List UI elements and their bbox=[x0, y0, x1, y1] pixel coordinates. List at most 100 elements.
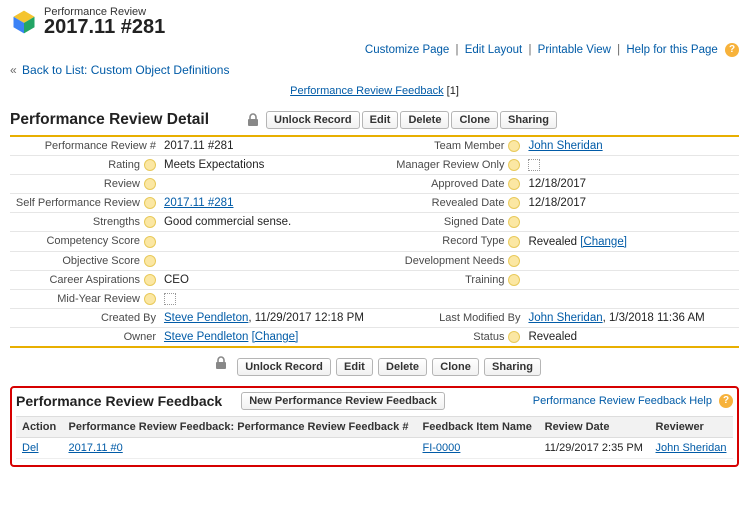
help-dot-icon[interactable] bbox=[144, 293, 156, 305]
printable-view-link[interactable]: Printable View bbox=[538, 44, 611, 56]
modified-by-link[interactable]: John Sheridan bbox=[528, 312, 602, 324]
lbl-pr-number: Performance Review # bbox=[45, 140, 156, 152]
help-dot-icon[interactable] bbox=[508, 178, 520, 190]
page-title: 2017.11 #281 bbox=[44, 16, 165, 39]
help-page-link[interactable]: Help for this Page bbox=[626, 44, 717, 56]
help-dot-icon[interactable] bbox=[508, 331, 520, 343]
help-dot-icon[interactable] bbox=[508, 216, 520, 228]
detail-title: Performance Review Detail bbox=[10, 111, 209, 129]
col-date[interactable]: Review Date bbox=[539, 416, 650, 437]
col-item[interactable]: Feedback Item Name bbox=[416, 416, 538, 437]
row-date: 11/29/2017 2:35 PM bbox=[545, 442, 643, 454]
lbl-approved-date: Approved Date bbox=[431, 178, 504, 190]
clone-button-2[interactable]: Clone bbox=[432, 358, 479, 376]
help-dot-icon[interactable] bbox=[144, 197, 156, 209]
detail-header: Performance Review Detail Unlock Record … bbox=[10, 111, 739, 129]
quick-links: Performance Review Feedback [1] bbox=[10, 85, 739, 97]
val-status: Revealed bbox=[528, 331, 577, 343]
self-pr-link[interactable]: 2017.11 #281 bbox=[164, 197, 234, 209]
feedback-quick-link[interactable]: Performance Review Feedback bbox=[290, 85, 443, 97]
delete-button[interactable]: Delete bbox=[400, 111, 449, 129]
modified-by-date: , 1/3/2018 11:36 AM bbox=[603, 312, 705, 324]
help-icon[interactable]: ? bbox=[725, 43, 739, 57]
created-by-link[interactable]: Steve Pendleton bbox=[164, 312, 248, 324]
related-help-link[interactable]: Performance Review Feedback Help bbox=[533, 395, 712, 407]
row-item-link[interactable]: FI-0000 bbox=[422, 442, 460, 454]
customize-page-link[interactable]: Customize Page bbox=[365, 44, 449, 56]
related-list-feedback: Performance Review Feedback New Performa… bbox=[10, 386, 739, 467]
owner-change-link[interactable]: [Change] bbox=[252, 331, 299, 343]
lbl-signed-date: Signed Date bbox=[444, 216, 505, 228]
lbl-owner: Owner bbox=[124, 331, 156, 343]
edit-button[interactable]: Edit bbox=[362, 111, 399, 129]
owner-link[interactable]: Steve Pendleton bbox=[164, 331, 248, 343]
val-rating: Meets Expectations bbox=[164, 159, 264, 171]
lbl-strengths: Strengths bbox=[93, 216, 140, 228]
val-record-type: Revealed bbox=[528, 236, 577, 248]
lbl-status: Status bbox=[473, 331, 504, 343]
help-dot-icon[interactable] bbox=[144, 159, 156, 171]
lbl-career: Career Aspirations bbox=[49, 274, 140, 286]
row-del-link[interactable]: Del bbox=[22, 442, 39, 454]
chevron-left-icon: « bbox=[10, 63, 17, 77]
lbl-record-type: Record Type bbox=[442, 235, 504, 247]
related-table: Action Performance Review Feedback: Perf… bbox=[16, 416, 733, 459]
mgr-only-checkbox bbox=[528, 159, 540, 171]
row-reviewer-link[interactable]: John Sheridan bbox=[656, 442, 727, 454]
sharing-button[interactable]: Sharing bbox=[500, 111, 557, 129]
lbl-review: Review bbox=[104, 178, 140, 190]
edit-layout-link[interactable]: Edit Layout bbox=[465, 44, 523, 56]
back-to-list-link[interactable]: Back to List: Custom Object Definitions bbox=[22, 63, 229, 77]
lbl-comp-score: Competency Score bbox=[46, 235, 140, 247]
created-by-date: , 11/29/2017 12:18 PM bbox=[248, 312, 364, 324]
help-dot-icon[interactable] bbox=[508, 197, 520, 209]
top-action-links: Customize Page | Edit Layout | Printable… bbox=[10, 43, 739, 57]
row-name-link[interactable]: 2017.11 #0 bbox=[69, 442, 123, 454]
lbl-modified-by: Last Modified By bbox=[439, 312, 520, 324]
team-member-link[interactable]: John Sheridan bbox=[528, 140, 602, 152]
unlock-record-button[interactable]: Unlock Record bbox=[266, 111, 360, 129]
val-pr-number: 2017.11 #281 bbox=[164, 140, 234, 152]
new-feedback-button[interactable]: New Performance Review Feedback bbox=[241, 392, 445, 410]
help-dot-icon[interactable] bbox=[144, 216, 156, 228]
detail-table: Performance Review # 2017.11 #281 Team M… bbox=[10, 135, 739, 348]
unlock-record-button-2[interactable]: Unlock Record bbox=[237, 358, 331, 376]
lbl-rating: Rating bbox=[108, 159, 140, 171]
bottom-button-row: Unlock Record Edit Delete Clone Sharing bbox=[10, 356, 739, 376]
record-type-change-link[interactable]: [Change] bbox=[580, 236, 627, 248]
help-dot-icon[interactable] bbox=[144, 274, 156, 286]
help-dot-icon[interactable] bbox=[508, 274, 520, 286]
edit-button-2[interactable]: Edit bbox=[336, 358, 373, 376]
lock-icon bbox=[247, 113, 259, 127]
page-header: Performance Review 2017.11 #281 bbox=[10, 6, 739, 39]
sharing-button-2[interactable]: Sharing bbox=[484, 358, 541, 376]
clone-button[interactable]: Clone bbox=[451, 111, 498, 129]
help-dot-icon[interactable] bbox=[144, 236, 156, 248]
help-dot-icon[interactable] bbox=[508, 159, 520, 171]
val-career: CEO bbox=[164, 274, 189, 286]
lbl-obj-score: Objective Score bbox=[62, 255, 140, 267]
lock-icon bbox=[215, 356, 227, 370]
help-dot-icon[interactable] bbox=[508, 255, 520, 267]
back-link-row: « Back to List: Custom Object Definition… bbox=[10, 63, 739, 77]
lbl-self-pr: Self Performance Review bbox=[16, 197, 140, 209]
lbl-training: Training bbox=[465, 274, 504, 286]
col-reviewer[interactable]: Reviewer bbox=[650, 416, 733, 437]
table-row: Del 2017.11 #0 FI-0000 11/29/2017 2:35 P… bbox=[16, 437, 733, 458]
val-revealed-date: 12/18/2017 bbox=[528, 197, 586, 209]
help-dot-icon[interactable] bbox=[144, 255, 156, 267]
help-dot-icon[interactable] bbox=[508, 140, 520, 152]
delete-button-2[interactable]: Delete bbox=[378, 358, 427, 376]
help-dot-icon[interactable] bbox=[508, 236, 520, 248]
lbl-created-by: Created By bbox=[101, 312, 156, 324]
help-dot-icon[interactable] bbox=[144, 178, 156, 190]
lbl-revealed-date: Revealed Date bbox=[432, 197, 505, 209]
col-name[interactable]: Performance Review Feedback: Performance… bbox=[63, 416, 417, 437]
lbl-midyear: Mid-Year Review bbox=[57, 293, 140, 305]
col-action[interactable]: Action bbox=[16, 416, 63, 437]
help-icon[interactable]: ? bbox=[719, 394, 733, 408]
lbl-dev-needs: Development Needs bbox=[405, 255, 505, 267]
feedback-quick-count: [1] bbox=[447, 85, 459, 97]
val-strengths: Good commercial sense. bbox=[164, 216, 291, 228]
related-title: Performance Review Feedback bbox=[16, 393, 222, 409]
